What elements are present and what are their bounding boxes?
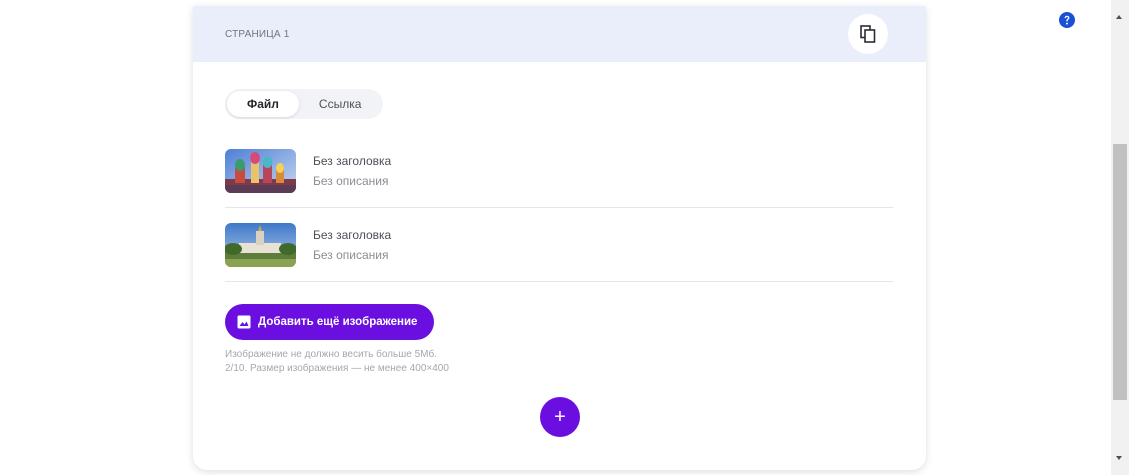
park-building-thumbnail: [225, 222, 296, 267]
vertical-scrollbar[interactable]: [1111, 0, 1129, 475]
add-page-button[interactable]: +: [540, 397, 580, 437]
page-card: СТРАНИЦА 1 Файл Ссылка Без заголовка Без…: [193, 6, 926, 470]
copy-page-button[interactable]: [848, 14, 888, 54]
tab-link[interactable]: Ссылка: [299, 91, 381, 117]
copy-icon: [860, 25, 876, 43]
cathedral-thumbnail: [225, 148, 296, 193]
image-description: Без описания: [313, 247, 389, 262]
image-list-item[interactable]: Без заголовка Без описания: [225, 134, 893, 208]
add-image-label: Добавить ещё изображение: [258, 316, 418, 328]
image-info: Без заголовка Без описания: [313, 228, 391, 262]
scroll-up-arrow-icon[interactable]: [1116, 15, 1122, 19]
scrollbar-thumb[interactable]: [1113, 144, 1127, 400]
source-tabs: Файл Ссылка: [225, 89, 384, 119]
tab-file[interactable]: Файл: [227, 91, 299, 117]
add-image-button[interactable]: Добавить ещё изображение: [225, 304, 435, 340]
image-icon: [237, 315, 251, 329]
page: СТРАНИЦА 1 Файл Ссылка Без заголовка Без…: [0, 0, 1129, 475]
image-info: Без заголовка Без описания: [313, 154, 391, 188]
help-button[interactable]: [1059, 12, 1075, 28]
size-hint: Изображение не должно весить больше 5Мб.: [225, 349, 437, 360]
image-title: Без заголовка: [313, 153, 392, 168]
page-title: СТРАНИЦА 1: [225, 28, 290, 40]
card-header: СТРАНИЦА 1: [193, 6, 926, 62]
image-description: Без описания: [313, 173, 389, 188]
help-icon: [1059, 12, 1075, 28]
plus-icon: +: [554, 405, 566, 428]
count-hint: 2/10. Размер изображения — не менее 400×…: [225, 363, 449, 374]
image-list-item[interactable]: Без заголовка Без описания: [225, 208, 893, 282]
scroll-down-arrow-icon[interactable]: [1116, 456, 1122, 460]
image-title: Без заголовка: [313, 227, 392, 242]
